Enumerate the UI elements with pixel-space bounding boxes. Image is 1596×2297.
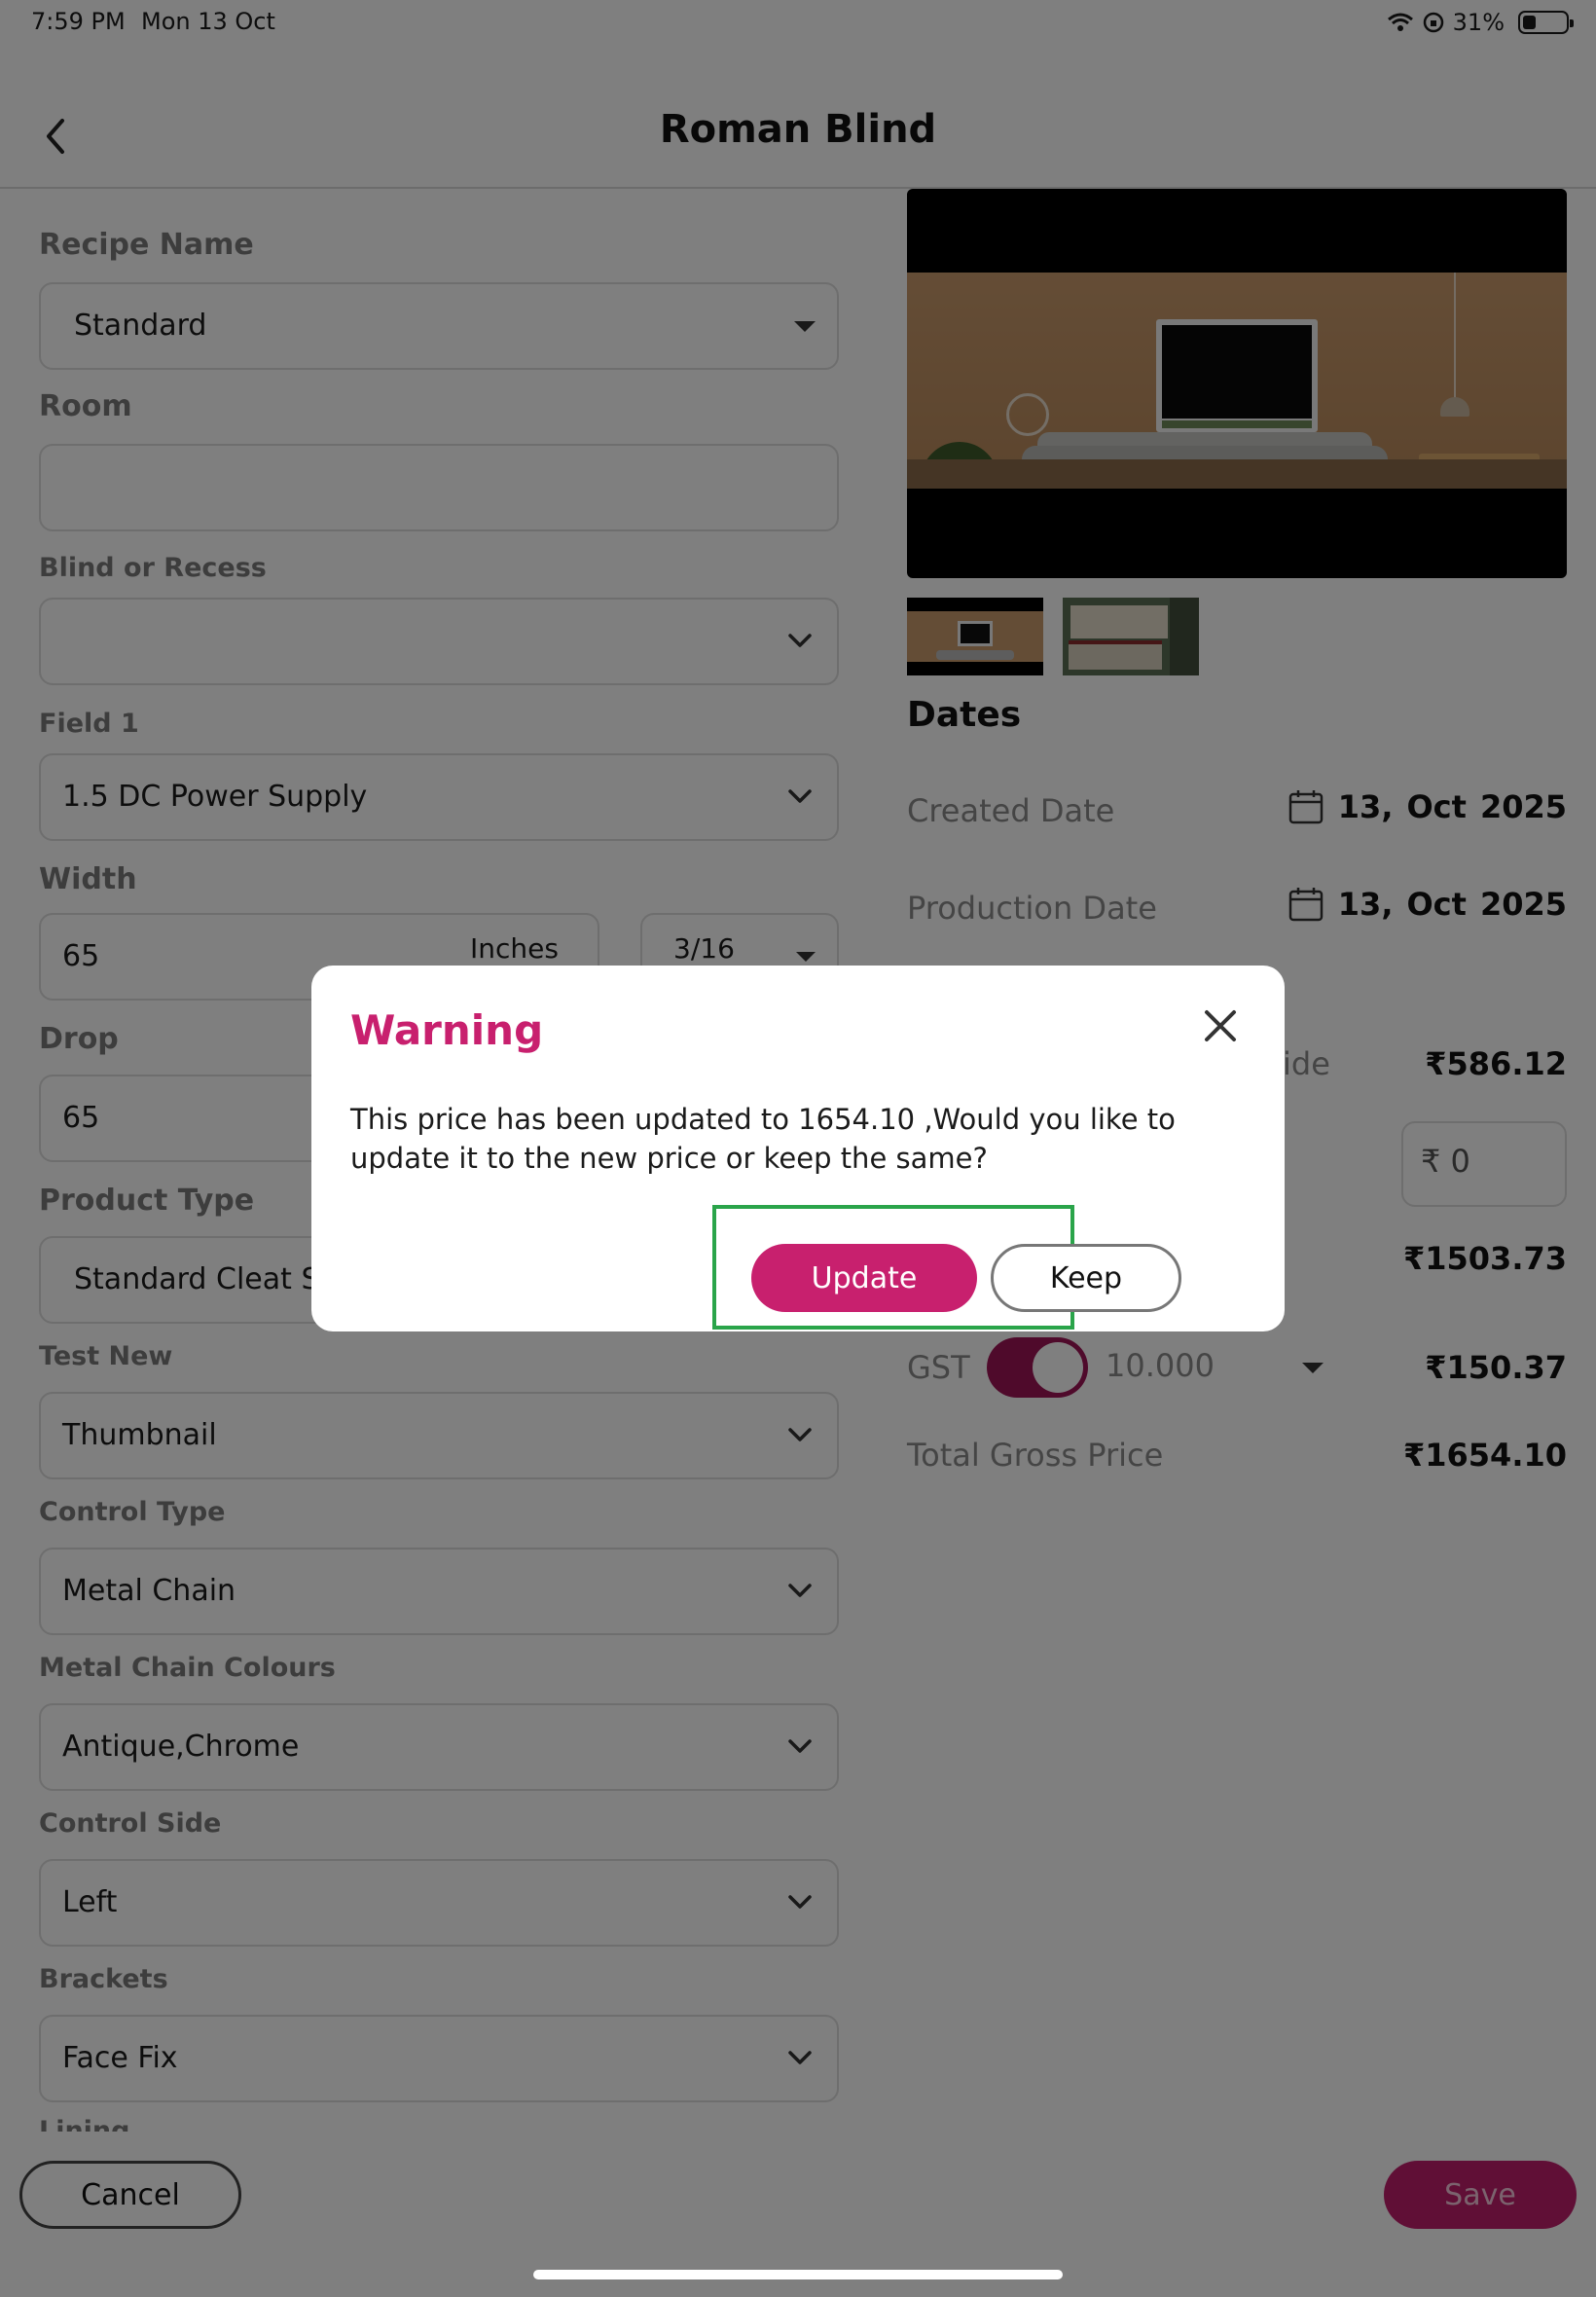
- close-button[interactable]: [1201, 1006, 1240, 1045]
- close-icon: [1205, 1010, 1236, 1041]
- update-button[interactable]: Update: [751, 1244, 977, 1312]
- dialog-actions-highlight: Update Keep: [712, 1205, 1181, 1330]
- home-indicator[interactable]: [533, 2270, 1063, 2279]
- keep-button[interactable]: Keep: [991, 1244, 1181, 1312]
- dialog-message: This price has been updated to 1654.10 ,…: [350, 1103, 1176, 1175]
- warning-dialog: Warning This price has been updated to 1…: [311, 966, 1285, 1331]
- dialog-title: Warning: [350, 1006, 544, 1054]
